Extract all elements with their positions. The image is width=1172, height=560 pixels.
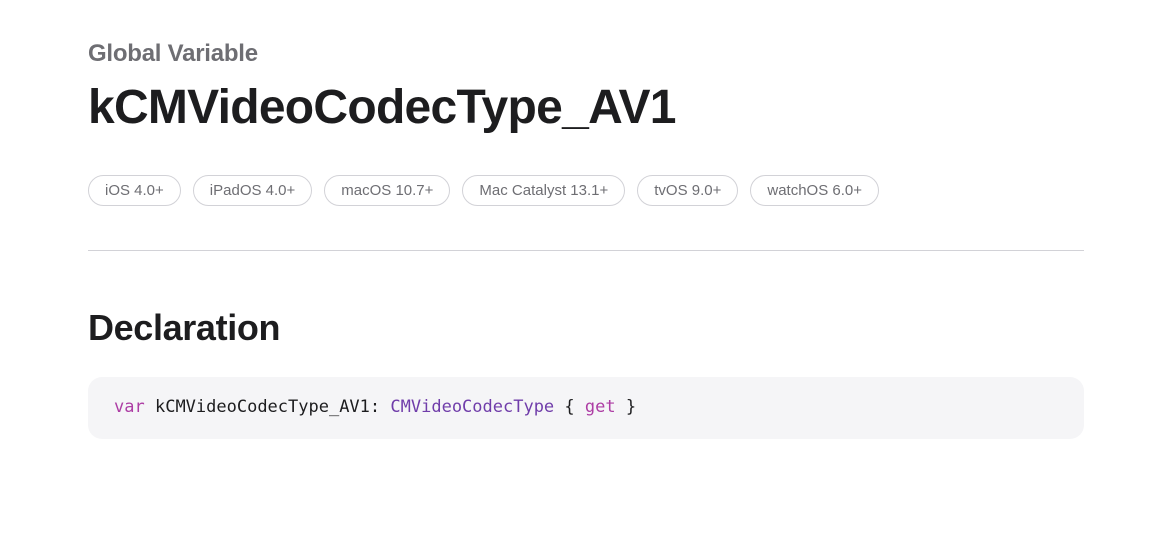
code-token-punctuation: : (370, 397, 380, 417)
section-divider (88, 250, 1084, 251)
page-title: kCMVideoCodecType_AV1 (88, 80, 1084, 135)
platform-pill: watchOS 6.0+ (750, 175, 879, 206)
code-token-type: CMVideoCodecType (390, 397, 554, 417)
declaration-code-block: var kCMVideoCodecType_AV1: CMVideoCodecT… (88, 377, 1084, 439)
platform-pill: Mac Catalyst 13.1+ (462, 175, 625, 206)
eyebrow-label: Global Variable (88, 40, 1084, 68)
platform-pill: macOS 10.7+ (324, 175, 450, 206)
platform-pill: tvOS 9.0+ (637, 175, 738, 206)
platform-pill: iPadOS 4.0+ (193, 175, 312, 206)
code-token-punctuation: } (626, 397, 636, 417)
platform-pill: iOS 4.0+ (88, 175, 181, 206)
code-token-keyword: get (585, 397, 616, 417)
platform-availability-list: iOS 4.0+ iPadOS 4.0+ macOS 10.7+ Mac Cat… (88, 175, 1084, 206)
declaration-heading: Declaration (88, 307, 1084, 349)
code-token-punctuation: { (564, 397, 574, 417)
code-token-keyword: var (114, 397, 145, 417)
code-token-identifier: kCMVideoCodecType_AV1 (155, 397, 370, 417)
